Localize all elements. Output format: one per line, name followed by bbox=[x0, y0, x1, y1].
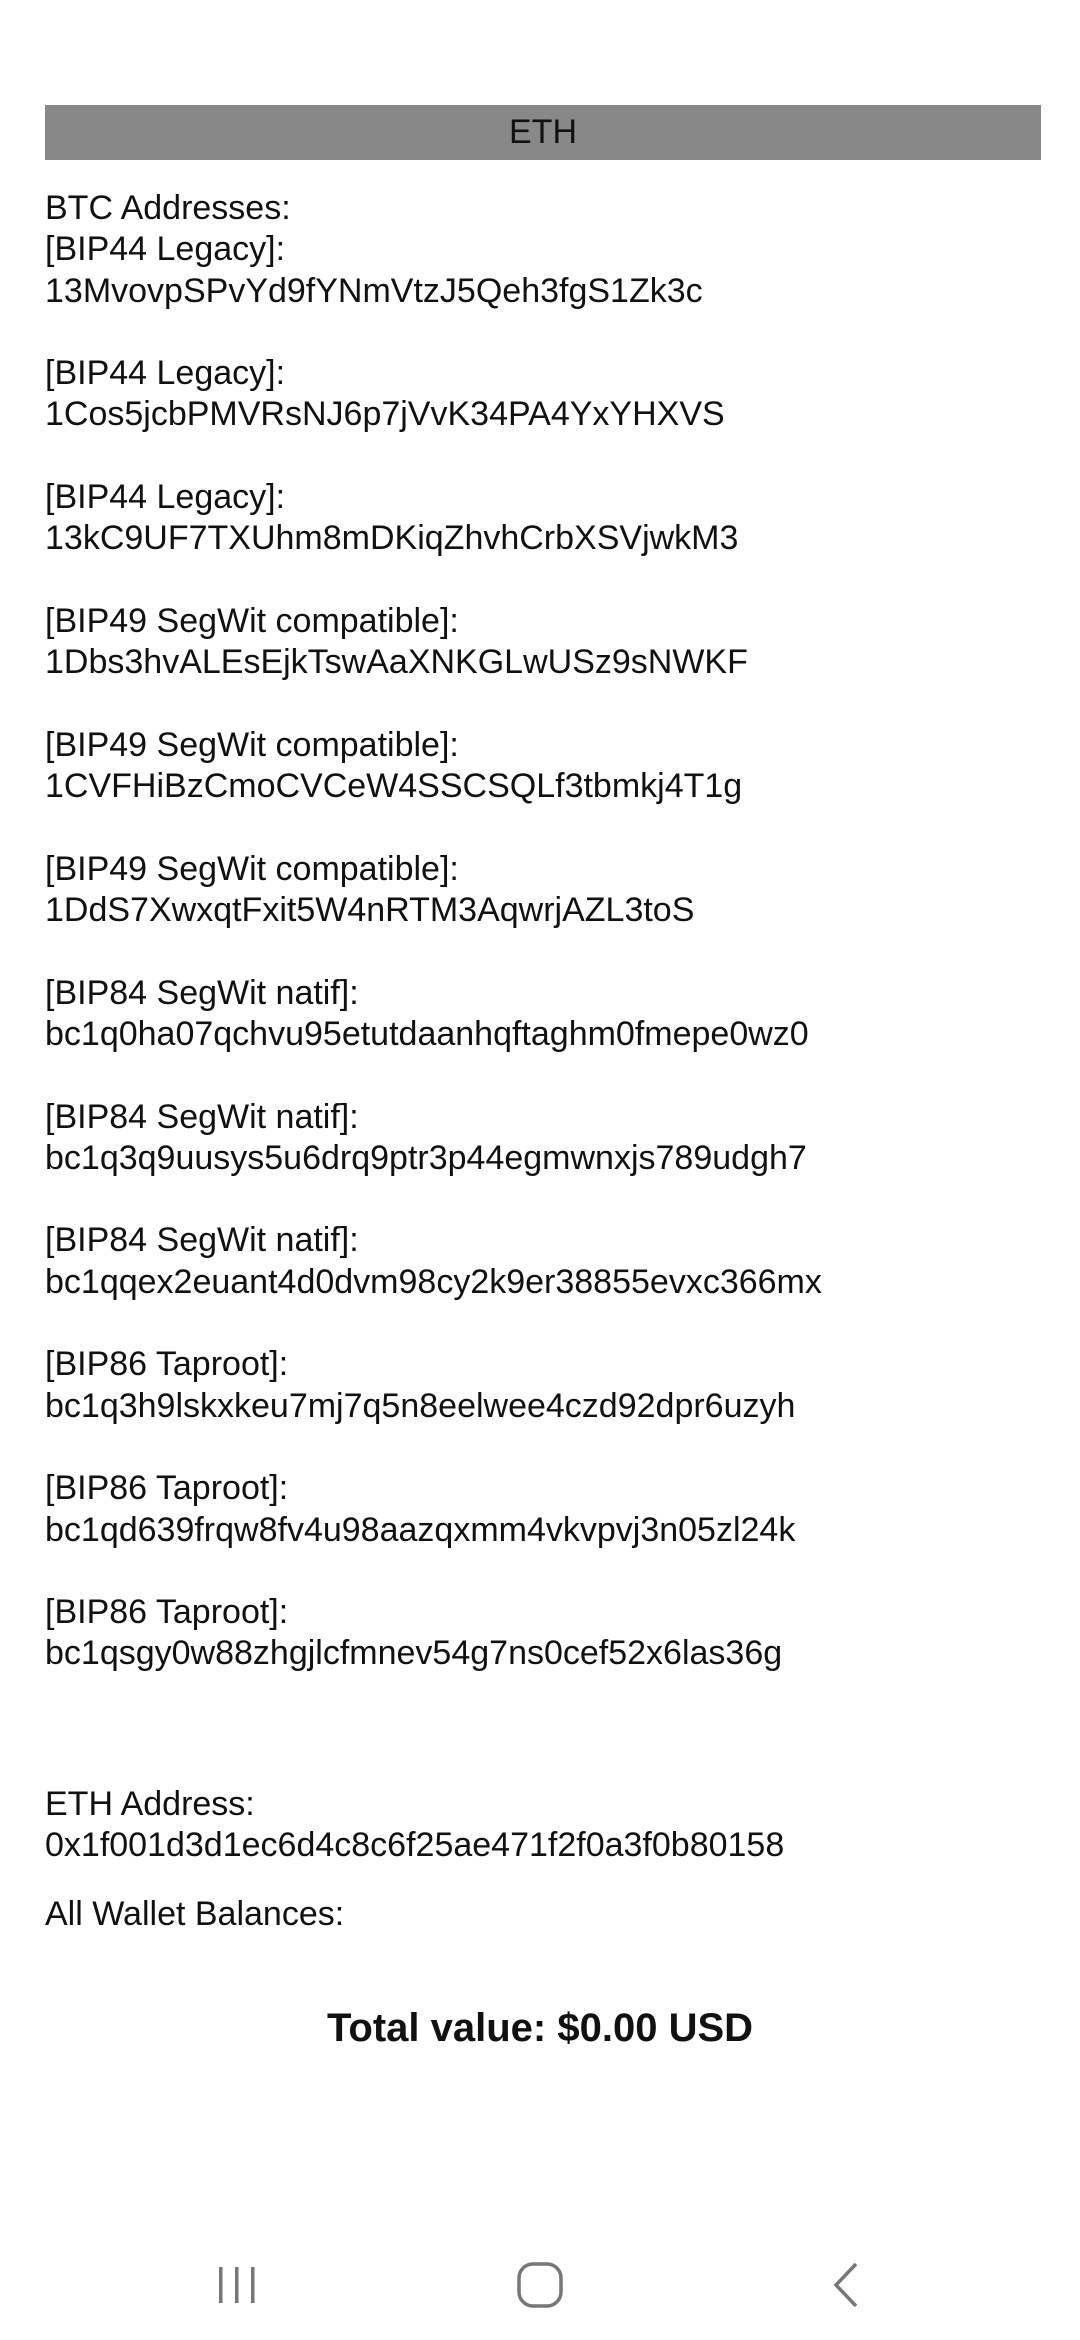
btc-address-entry: [BIP86 Taproot]: bc1q3h9lskxkeu7mj7q5n8ee… bbox=[45, 1344, 1045, 1427]
btc-address-entry: [BIP84 SegWit natif]: bc1q0ha07qchvu95etu… bbox=[45, 973, 1045, 1056]
btc-address[interactable]: bc1qqex2euant4d0dvm98cy2k9er38855evxc366… bbox=[45, 1262, 1045, 1303]
eth-address-section: ETH Address: 0x1f001d3d1ec6d4c8c6f25ae47… bbox=[45, 1784, 784, 1867]
address-type-label: [BIP86 Taproot]: bbox=[45, 1345, 289, 1384]
address-type-label: [BIP86 Taproot]: bbox=[45, 1469, 289, 1508]
btc-address[interactable]: 1Cos5jcbPMVRsNJ6p7jVvK34PA4YxYHXVS bbox=[45, 394, 1045, 435]
btc-address[interactable]: 1Dbs3hvALEsEjkTswAaXNKGLwUSz9sNWKF bbox=[45, 642, 1045, 683]
recent-apps-button[interactable] bbox=[197, 2255, 277, 2315]
btc-address[interactable]: bc1qsgy0w88zhgjlcfmnev54g7ns0cef52x6las3… bbox=[45, 1633, 1045, 1674]
btc-address-entry: [BIP49 SegWit compatible]: 1CVFHiBzCmoCVC… bbox=[45, 725, 1045, 808]
address-type-label: [BIP49 SegWit compatible]: bbox=[45, 601, 459, 640]
btc-address-entry: [BIP84 SegWit natif]: bc1q3q9uusys5u6drq9… bbox=[45, 1097, 1045, 1180]
home-button[interactable] bbox=[500, 2255, 580, 2315]
home-icon bbox=[517, 2262, 563, 2308]
btc-address-entry: [BIP44 Legacy]: 13kC9UF7TXUhm8mDKiqZhvhCr… bbox=[45, 477, 1045, 560]
btc-addresses-section: BTC Addresses: [BIP44 Legacy]: 13MvovpSPv… bbox=[45, 188, 1045, 1716]
btc-heading: BTC Addresses: bbox=[45, 189, 291, 227]
address-type-label: [BIP49 SegWit compatible]: bbox=[45, 725, 459, 764]
address-type-label: [BIP84 SegWit natif]: bbox=[45, 1221, 359, 1260]
back-button[interactable] bbox=[806, 2255, 886, 2315]
recent-apps-icon bbox=[219, 2267, 255, 2303]
btc-address[interactable]: bc1qd639frqw8fv4u98aazqxmm4vkvpvj3n05zl2… bbox=[45, 1510, 1045, 1551]
btc-address[interactable]: bc1q3q9uusys5u6drq9ptr3p44egmwnxjs789udg… bbox=[45, 1138, 1045, 1179]
eth-address[interactable]: 0x1f001d3d1ec6d4c8c6f25ae471f2f0a3f0b801… bbox=[45, 1825, 784, 1866]
address-type-label: [BIP84 SegWit natif]: bbox=[45, 1097, 359, 1136]
btc-address-entry: [BIP44 Legacy]: 1Cos5jcbPMVRsNJ6p7jVvK34P… bbox=[45, 353, 1045, 436]
header-title: ETH bbox=[509, 113, 577, 151]
address-type-label: [BIP86 Taproot]: bbox=[45, 1593, 289, 1632]
coin-header-bar: ETH bbox=[45, 105, 1041, 160]
btc-address-entry: [BIP44 Legacy]: 13MvovpSPvYd9fYNmVtzJ5Qeh… bbox=[45, 229, 1045, 312]
btc-address[interactable]: 1DdS7XwxqtFxit5W4nRTM3AqwrjAZL3toS bbox=[45, 890, 1045, 931]
eth-heading: ETH Address: bbox=[45, 1785, 255, 1823]
btc-address[interactable]: bc1q0ha07qchvu95etutdaanhqftaghm0fmepe0w… bbox=[45, 1014, 1045, 1055]
btc-address[interactable]: 13MvovpSPvYd9fYNmVtzJ5Qeh3fgS1Zk3c bbox=[45, 271, 1045, 312]
wallet-balances-heading: All Wallet Balances: bbox=[45, 1895, 345, 1933]
address-type-label: [BIP44 Legacy]: bbox=[45, 230, 286, 269]
btc-address-entry: [BIP84 SegWit natif]: bc1qqex2euant4d0dvm… bbox=[45, 1220, 1045, 1303]
btc-address-entry: [BIP49 SegWit compatible]: 1DdS7XwxqtFxit… bbox=[45, 849, 1045, 932]
btc-address[interactable]: 13kC9UF7TXUhm8mDKiqZhvhCrbXSVjwkM3 bbox=[45, 518, 1045, 559]
address-type-label: [BIP44 Legacy]: bbox=[45, 478, 286, 517]
address-type-label: [BIP84 SegWit natif]: bbox=[45, 973, 359, 1012]
address-type-label: [BIP49 SegWit compatible]: bbox=[45, 849, 459, 888]
address-type-label: [BIP44 Legacy]: bbox=[45, 354, 286, 393]
btc-address-entry: [BIP86 Taproot]: bc1qsgy0w88zhgjlcfmnev54… bbox=[45, 1592, 1045, 1675]
btc-address-entry: [BIP49 SegWit compatible]: 1Dbs3hvALEsEjk… bbox=[45, 601, 1045, 684]
btc-address-list: [BIP44 Legacy]: 13MvovpSPvYd9fYNmVtzJ5Qeh… bbox=[45, 229, 1045, 1674]
back-icon bbox=[833, 2262, 858, 2308]
btc-address[interactable]: 1CVFHiBzCmoCVCeW4SSCSQLf3tbmkj4T1g bbox=[45, 766, 1045, 807]
android-navigation-bar bbox=[0, 2230, 1080, 2340]
btc-address[interactable]: bc1q3h9lskxkeu7mj7q5n8eelwee4czd92dpr6uz… bbox=[45, 1386, 1045, 1427]
total-value: Total value: $0.00 USD bbox=[326, 2006, 754, 2050]
btc-address-entry: [BIP86 Taproot]: bc1qd639frqw8fv4u98aazqx… bbox=[45, 1468, 1045, 1551]
